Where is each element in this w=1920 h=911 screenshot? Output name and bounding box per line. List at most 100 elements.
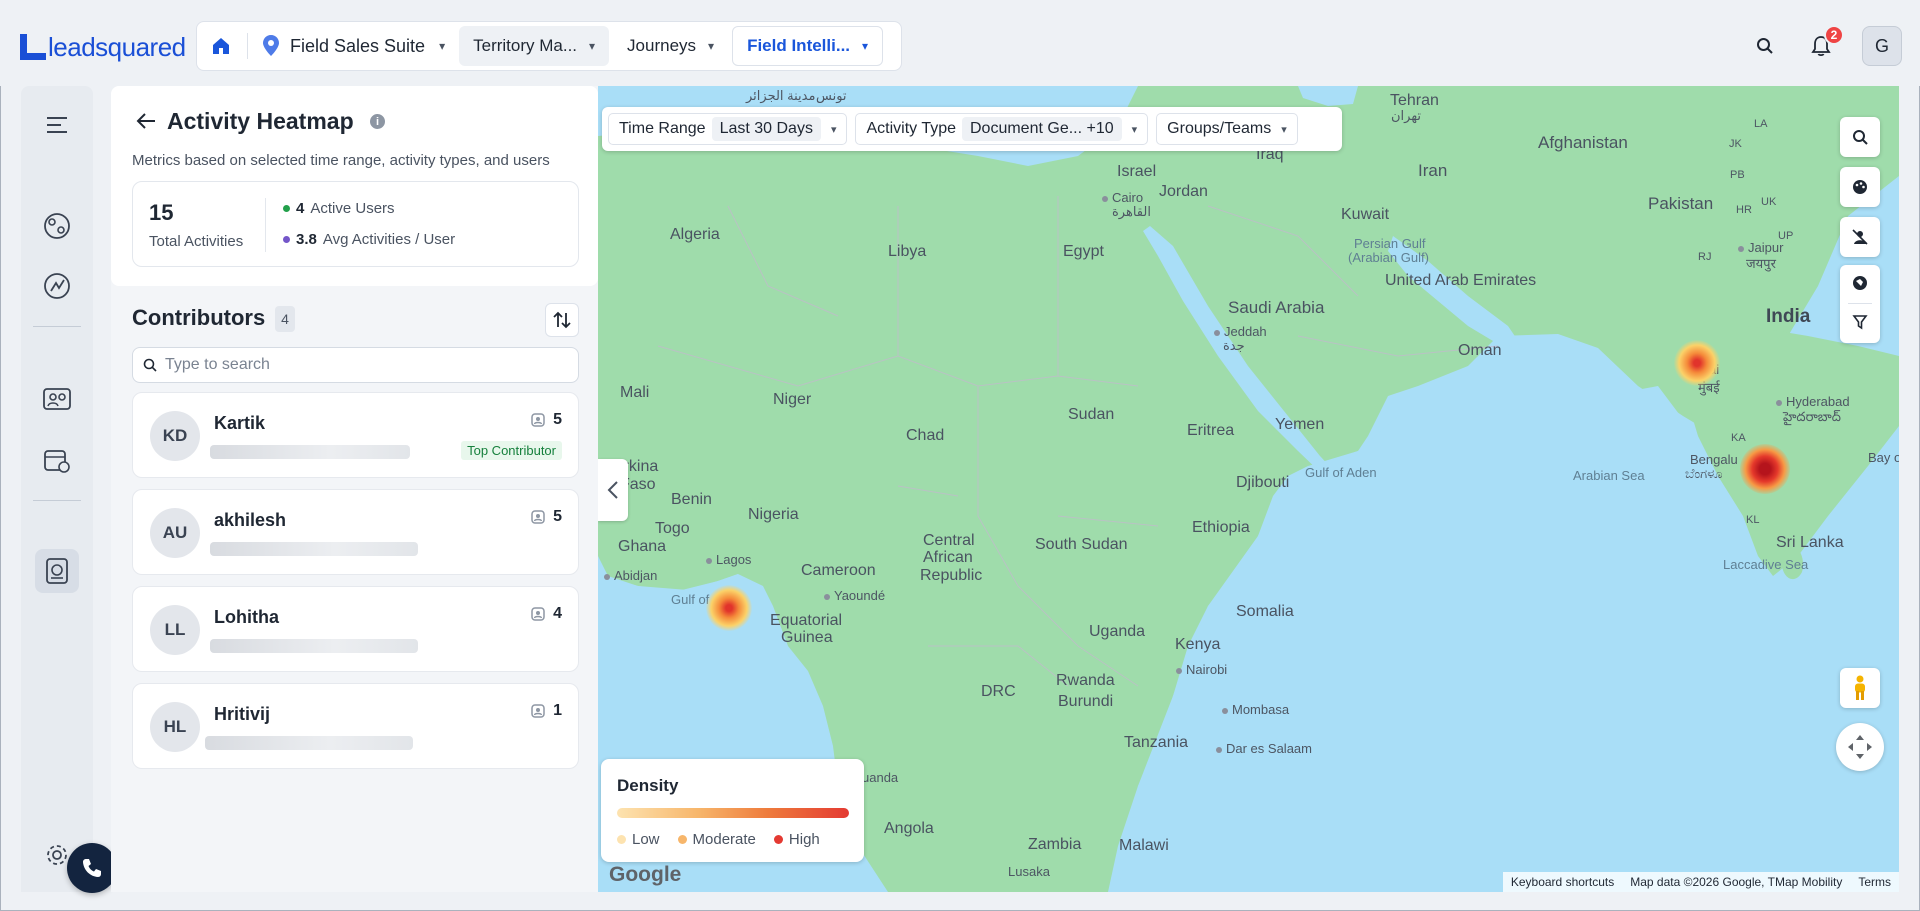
rail-divider <box>33 326 81 327</box>
map-label: Laccadive Sea <box>1723 557 1809 572</box>
heat-spot-mumbai[interactable] <box>1674 340 1720 386</box>
info-icon[interactable]: i <box>370 114 385 129</box>
notifications-button[interactable]: 2 <box>1806 25 1844 61</box>
tab-journeys[interactable]: Journeys ▾ <box>613 26 728 66</box>
groups-filter[interactable]: Groups/Teams ▾ <box>1156 113 1298 145</box>
summary-card: Activity Heatmap i Metrics based on sele… <box>111 86 598 286</box>
terms-link[interactable]: Terms <box>1858 875 1891 889</box>
tab-field-intelligence[interactable]: Field Intelli... ▾ <box>732 26 884 66</box>
map-filter-button[interactable] <box>1852 314 1868 335</box>
user-off-icon <box>1852 229 1868 245</box>
contributor-detail-redacted <box>210 639 418 653</box>
map-label: Tanzania <box>1124 734 1189 751</box>
contributor-detail-redacted <box>210 542 418 556</box>
activity-icon <box>531 704 545 718</box>
density-gradient-bar <box>617 808 849 818</box>
tab-territory[interactable]: Territory Ma... ▾ <box>459 26 610 66</box>
heat-spot-bengaluru[interactable] <box>1740 444 1790 494</box>
legend-moderate: Moderate <box>677 831 756 848</box>
collapse-panel-button[interactable] <box>598 459 628 521</box>
avg-activities-stat: 3.8 Avg Activities / User <box>283 231 455 248</box>
purple-dot-icon <box>283 236 290 243</box>
home-button[interactable] <box>203 28 239 64</box>
map-label: Malawi <box>1119 837 1169 854</box>
map-label: RJ <box>1698 251 1712 263</box>
zoom-search-button[interactable] <box>1840 117 1880 157</box>
density-legend: Density Low Moderate High <box>601 759 864 862</box>
heat-spot-gulf-of-guinea[interactable] <box>706 585 752 631</box>
map-label: Abidjan <box>604 568 657 583</box>
layers-button[interactable] <box>1852 275 1868 296</box>
map-label: Afghanistan <box>1538 133 1628 152</box>
map-label: Guinea <box>781 629 833 646</box>
avg-activities-value: 3.8 <box>296 231 317 248</box>
map-label: Ethiopia <box>1192 519 1250 536</box>
map-label: Jordan <box>1159 183 1208 200</box>
camera-control-button[interactable] <box>1836 723 1884 771</box>
map-label: Nairobi <box>1176 662 1227 677</box>
active-users-label: Active Users <box>310 200 395 217</box>
legend-moderate-label: Moderate <box>692 831 756 848</box>
groups-label: Groups/Teams <box>1167 120 1272 137</box>
map-label: Gulf of <box>671 592 710 607</box>
notification-badge: 2 <box>1824 25 1844 45</box>
map-label: تهران <box>1391 108 1421 123</box>
map-label: जयपुर <box>1746 256 1776 271</box>
contributor-detail-redacted <box>205 736 413 750</box>
rail-users-map-button[interactable] <box>40 382 74 416</box>
rail-schedule-button[interactable] <box>40 444 74 478</box>
map-label: Libya <box>888 243 927 260</box>
keyboard-shortcuts-link[interactable]: Keyboard shortcuts <box>1511 875 1614 889</box>
street-view-button[interactable] <box>1840 668 1880 708</box>
activity-panel: Activity Heatmap i Metrics based on sele… <box>111 86 598 892</box>
map-label: تونس <box>816 88 847 103</box>
calendar-pin-icon <box>44 450 70 473</box>
rail-heatmap-button[interactable] <box>35 549 79 593</box>
activity-type-selected: Document Ge... <box>970 120 1083 137</box>
rail-journeys-button[interactable] <box>40 269 74 303</box>
menu-button[interactable] <box>40 108 74 142</box>
map-style-button[interactable] <box>1840 167 1880 207</box>
map-label: African <box>923 549 973 566</box>
tab-field-intelligence-label: Field Intelli... <box>747 36 851 55</box>
map-label: Republic <box>920 567 983 584</box>
hide-users-button[interactable] <box>1840 217 1880 257</box>
contributor-card[interactable]: LL Lohitha 4 <box>132 586 579 672</box>
map-label: Pakistan <box>1648 194 1714 213</box>
contributor-card[interactable]: AU akhilesh 5 <box>132 489 579 575</box>
map-label: Kenya <box>1175 636 1221 653</box>
rail-territory-button[interactable] <box>40 209 74 243</box>
tab-journeys-label: Journeys <box>627 36 697 55</box>
top-contributor-badge: Top Contributor <box>461 441 562 460</box>
activity-count-value: 5 <box>553 411 562 428</box>
contributor-card[interactable]: HL Hritivij 1 <box>132 683 579 769</box>
activity-count-value: 5 <box>553 508 562 525</box>
map-label: Dar es Salaam <box>1216 741 1312 756</box>
top-actions: 2 G <box>1750 25 1902 66</box>
sort-button[interactable] <box>545 303 579 337</box>
user-avatar[interactable]: G <box>1862 26 1902 66</box>
map-label: Israel <box>1117 163 1157 180</box>
search-button[interactable] <box>1750 31 1780 61</box>
map-label: United Arab Emirates <box>1385 272 1537 289</box>
map-label: Lagos <box>706 552 751 567</box>
contributors-title: Contributors <box>132 305 266 330</box>
logo-text: leadsquared <box>48 31 186 62</box>
heatmap-map[interactable]: Tehran تهران Afghanistan Iraq Iran Israe… <box>598 86 1899 892</box>
activity-type-filter[interactable]: Activity Type Document Ge... +10 ▾ <box>855 113 1149 145</box>
time-range-filter[interactable]: Time Range Last 30 Days ▾ <box>608 113 848 145</box>
search-input[interactable] <box>165 356 555 374</box>
back-button[interactable] <box>135 110 159 134</box>
activity-type-label: Activity Type <box>866 120 956 137</box>
call-button[interactable] <box>67 843 117 893</box>
page-title: Activity Heatmap <box>167 108 354 134</box>
chevron-down-icon: ▾ <box>708 39 715 53</box>
app-logo[interactable]: leadsquared <box>20 30 186 64</box>
heatmap-report-icon <box>46 558 68 584</box>
suite-switcher[interactable]: Field Sales Suite ▾ <box>256 26 455 66</box>
map-label: Iran <box>1418 161 1448 180</box>
active-users-value: 4 <box>296 200 305 217</box>
map-label: PB <box>1730 169 1745 181</box>
main-nav: Field Sales Suite ▾ Territory Ma... ▾ Jo… <box>196 21 902 71</box>
contributor-card[interactable]: KD Kartik 5 Top Contributor <box>132 392 579 478</box>
